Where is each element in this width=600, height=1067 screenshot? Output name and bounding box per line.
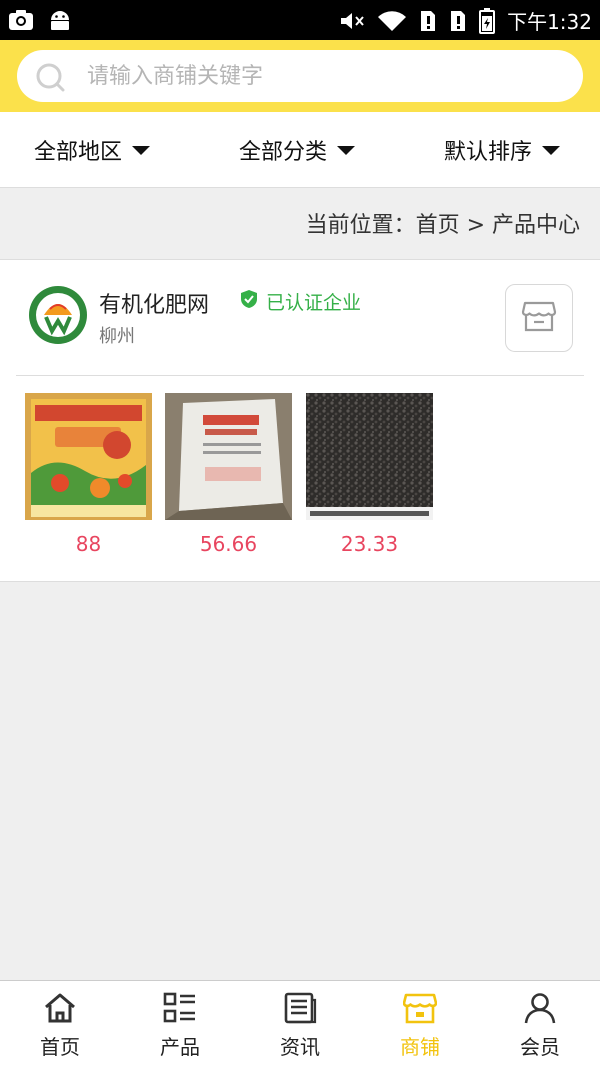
search-input[interactable]	[87, 50, 557, 102]
nav-shops-label: 商铺	[400, 1035, 440, 1059]
nav-home-label: 首页	[40, 1035, 80, 1059]
organic-logo-icon[interactable]	[28, 285, 88, 345]
bottom-nav: 首页 产品 资讯 商铺 会员	[0, 980, 600, 1067]
search-header	[0, 40, 600, 112]
battery-icon	[479, 7, 496, 34]
clock: 下午1:32	[507, 10, 592, 34]
product-image-fertilizer-granules[interactable]	[306, 393, 433, 520]
caret-down-icon	[132, 146, 151, 155]
search-box[interactable]	[17, 50, 583, 102]
product-image-fertilizer-bag-yellow[interactable]	[25, 393, 152, 520]
store-button[interactable]	[505, 284, 573, 352]
product-item[interactable]: 23.33	[306, 393, 433, 556]
sim1-icon	[419, 9, 437, 33]
verified-shield-icon	[240, 289, 258, 314]
screenshot-icon	[8, 8, 34, 32]
nav-home[interactable]: 首页	[0, 981, 120, 1067]
nav-member[interactable]: 会员	[480, 981, 600, 1067]
member-icon	[523, 991, 557, 1025]
shop-name[interactable]: 有机化肥网	[99, 287, 209, 319]
caret-down-icon	[541, 146, 560, 155]
card-divider	[16, 375, 584, 376]
filter-sort[interactable]: 默认排序	[444, 134, 560, 166]
filter-region-label: 全部地区	[34, 139, 123, 165]
nav-member-label: 会员	[520, 1035, 560, 1059]
nav-products-label: 产品	[160, 1035, 200, 1059]
product-price: 56.66	[199, 532, 258, 556]
mute-icon	[339, 9, 365, 33]
news-icon	[283, 991, 317, 1025]
shop-icon	[403, 991, 437, 1025]
nav-news[interactable]: 资讯	[240, 981, 360, 1067]
sim2-icon	[449, 9, 467, 33]
search-icon	[35, 62, 67, 96]
product-price: 88	[75, 532, 102, 556]
breadcrumb: 当前位置：首页 > 产品中心	[0, 189, 600, 257]
product-list-icon	[163, 991, 197, 1025]
nav-products[interactable]: 产品	[120, 981, 240, 1067]
home-icon	[43, 991, 77, 1025]
product-image-fertilizer-bag-white[interactable]	[165, 393, 292, 520]
shop-city: 柳州	[99, 326, 135, 347]
product-item[interactable]: 56.66	[165, 393, 292, 556]
product-price: 23.33	[340, 532, 399, 556]
product-item[interactable]: 88	[25, 393, 152, 556]
filter-bar: 全部地区 全部分类 默认排序	[0, 112, 600, 188]
wifi-icon	[377, 9, 407, 33]
nav-shops[interactable]: 商铺	[360, 981, 480, 1067]
store-icon	[520, 297, 558, 339]
filter-region[interactable]: 全部地区	[34, 134, 151, 166]
filter-category[interactable]: 全部分类	[239, 134, 355, 166]
filter-sort-label: 默认排序	[443, 139, 532, 165]
status-bar: 下午1:32	[0, 0, 600, 40]
android-icon	[48, 8, 72, 32]
verified-label: 已认证企业	[266, 292, 362, 314]
nav-news-label: 资讯	[280, 1035, 320, 1059]
caret-down-icon	[337, 146, 355, 155]
filter-category-label: 全部分类	[238, 139, 327, 165]
verified-badge: 已认证企业	[240, 288, 361, 315]
